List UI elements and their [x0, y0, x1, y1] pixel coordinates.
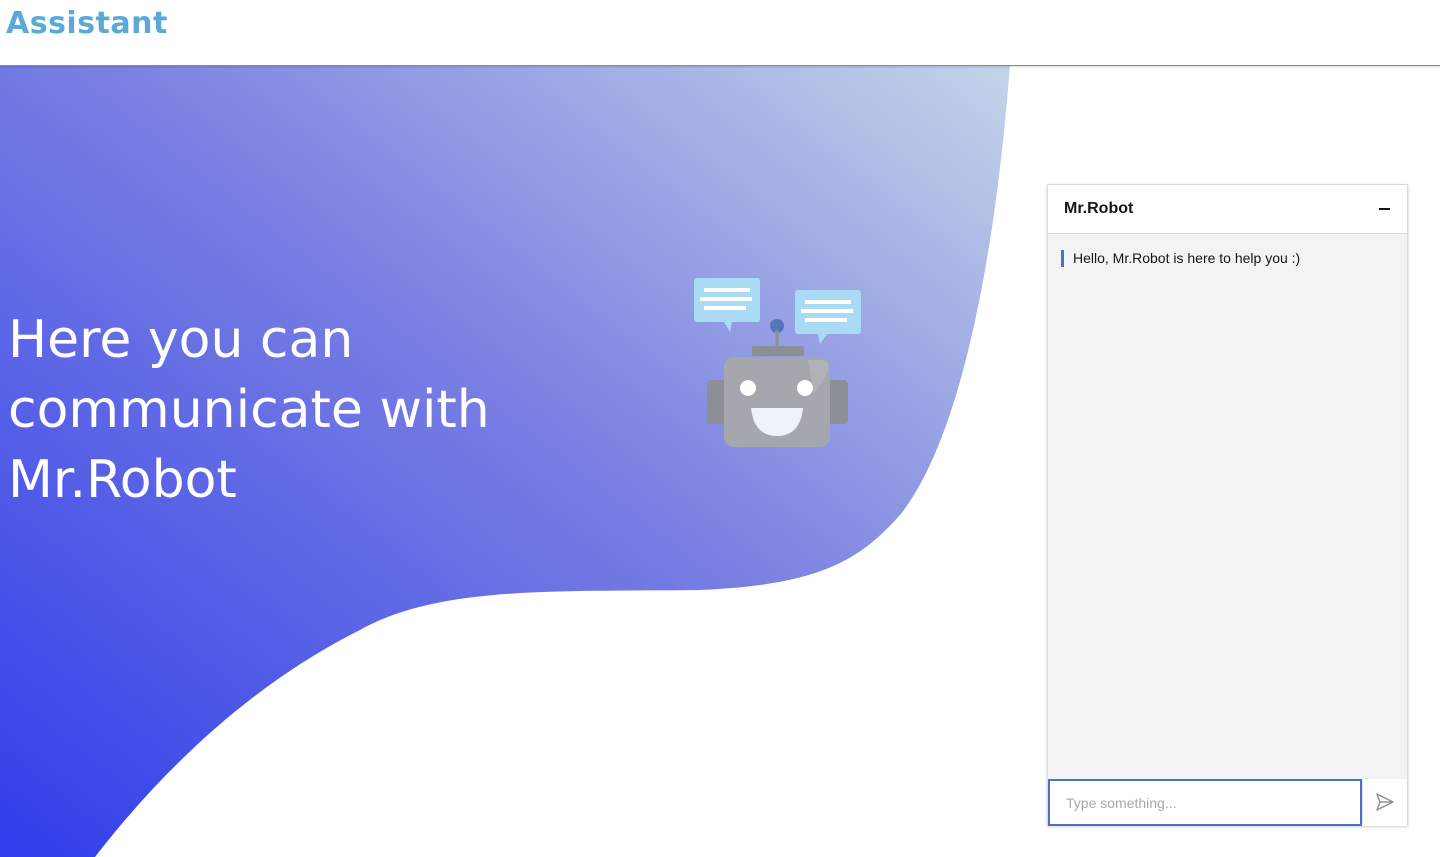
top-header: Assistant	[0, 0, 1440, 66]
speech-bubble-left-icon	[694, 278, 760, 332]
send-button[interactable]	[1362, 779, 1407, 826]
brand-logo[interactable]: Assistant	[6, 6, 168, 41]
message-list: Hello, Mr.Robot is here to help you :)	[1048, 234, 1407, 778]
chat-input-wrapper	[1048, 779, 1362, 826]
minimize-button[interactable]	[1373, 197, 1397, 221]
hero-title: Here you can communicate with Mr.Robot	[8, 310, 490, 510]
chat-title: Mr.Robot	[1064, 200, 1134, 217]
chat-input[interactable]	[1050, 781, 1360, 824]
speech-bubble-right-icon	[795, 290, 861, 344]
chat-panel: Mr.Robot Hello, Mr.Robot is here to help…	[1047, 184, 1408, 826]
robot-icon	[694, 278, 861, 447]
bot-message: Hello, Mr.Robot is here to help you :)	[1061, 250, 1300, 267]
send-icon	[1376, 793, 1394, 811]
chat-header: Mr.Robot	[1048, 185, 1407, 234]
minus-icon	[1379, 208, 1390, 210]
